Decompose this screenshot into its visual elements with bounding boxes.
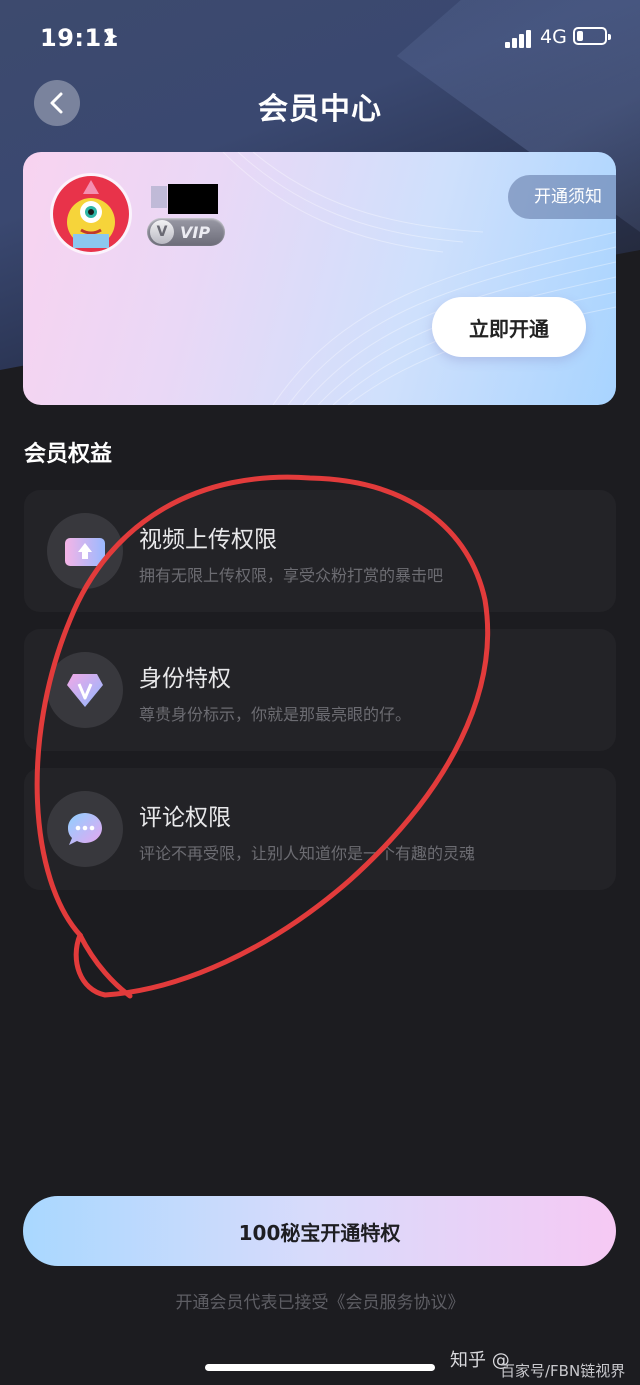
vip-label: VIP [180,222,211,242]
benefit-description: 尊贵身份标示，你就是那最亮眼的仔。 [139,705,412,724]
open-now-button[interactable]: 立即开通 [432,297,586,357]
battery-icon [573,27,611,45]
status-bar: 19:11 ➤ 4G [0,0,640,78]
network-type: 4G [540,26,567,48]
username-redaction [168,184,218,214]
vip-gem-icon [67,674,103,707]
benefit-item-comment[interactable]: 评论权限 评论不再受限，让别人知道你是一个有趣的灵魂 [24,768,616,890]
watermark-source: 百家号/FBN链视界 [500,1362,626,1380]
benefit-description: 评论不再受限，让别人知道你是一个有趣的灵魂 [139,844,476,863]
vip-badge: V VIP [147,218,225,246]
benefit-description: 拥有无限上传权限，享受众粉打赏的暴击吧 [139,566,444,585]
activate-privilege-button[interactable]: 100秘宝开通特权 [23,1196,616,1266]
benefits-section-title: 会员权益 [24,442,113,467]
benefit-title: 身份特权 [139,666,231,692]
home-indicator[interactable] [205,1364,435,1371]
avatar[interactable] [53,176,129,252]
benefit-item-upload[interactable]: 视频上传权限 拥有无限上传权限，享受众粉打赏的暴击吧 [24,490,616,612]
benefit-title: 视频上传权限 [139,527,277,553]
benefit-icon-container [47,652,123,728]
monster-avatar-icon [53,176,129,252]
signal-strength-icon [505,28,535,48]
upload-icon [65,538,105,566]
membership-notice-button[interactable]: 开通须知 [508,175,616,219]
comment-bubble-icon [68,813,102,845]
benefit-icon-container [47,513,123,589]
member-card: V VIP 开通须知 立即开通 [23,152,616,405]
vip-v-icon: V [150,220,174,244]
username-blur [151,186,167,208]
page-title: 会员中心 [258,92,382,127]
location-arrow-icon: ➤ [103,26,119,47]
benefit-item-identity[interactable]: 身份特权 尊贵身份标示，你就是那最亮眼的仔。 [24,629,616,751]
benefit-title: 评论权限 [139,805,231,831]
benefit-icon-container [47,791,123,867]
membership-agreement-link[interactable]: 开通会员代表已接受《会员服务协议》 [0,1288,640,1313]
